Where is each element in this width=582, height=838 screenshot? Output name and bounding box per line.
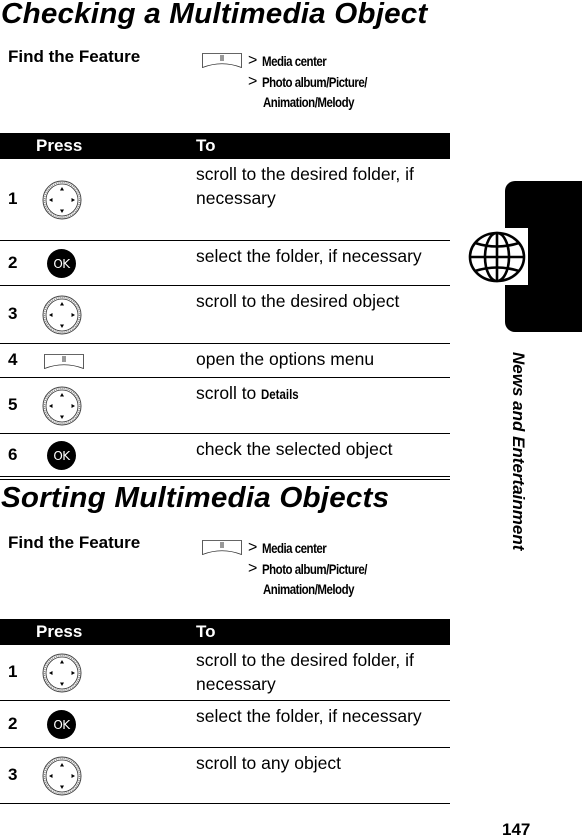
header-press: Press xyxy=(36,133,196,159)
step-action: scroll to any object xyxy=(196,747,450,804)
step-number: 1 xyxy=(0,645,36,701)
navigation-key-icon xyxy=(42,180,82,220)
path-step: > Media center xyxy=(202,537,390,558)
step-number: 1 xyxy=(0,159,36,241)
table-row: 3 scroll to any object xyxy=(0,747,450,804)
step-number: 2 xyxy=(0,240,36,286)
path-item: Media center xyxy=(262,539,327,556)
menu-key-icon xyxy=(202,53,242,68)
table-row: 2 OK select the folder, if necessary xyxy=(0,700,450,748)
table-row: 2 OK select the folder, if necessary xyxy=(0,240,450,286)
ok-key-icon: OK xyxy=(47,249,76,278)
step-action: scroll to Details xyxy=(196,377,450,434)
step-number: 3 xyxy=(0,285,36,344)
step-number: 4 xyxy=(0,343,36,378)
header-to: To xyxy=(196,619,450,645)
path-separator: > xyxy=(248,559,258,577)
table-row: 1 scroll to the desired folder, if neces… xyxy=(0,645,450,701)
navigation-key-icon xyxy=(42,653,82,693)
header-step xyxy=(0,619,36,645)
table-row: 6 OK check the selected object xyxy=(0,433,450,480)
find-feature-path: > Media center > Photo album/Picture/Animat… xyxy=(202,50,390,112)
ok-key-icon: OK xyxy=(47,710,76,739)
header-step xyxy=(0,133,36,159)
steps-table-checking: Press To 1 scroll to the desired folder,… xyxy=(0,133,450,480)
table-header-row: Press To xyxy=(0,619,450,645)
path-item: Photo album/Picture/ xyxy=(262,560,368,577)
step-action: select the folder, if necessary xyxy=(196,240,450,286)
path-item: Photo album/Picture/ xyxy=(262,73,368,90)
path-step: Animation/Melody xyxy=(202,579,390,599)
step-action: check the selected object xyxy=(196,433,450,480)
path-separator: > xyxy=(248,72,258,90)
press-key xyxy=(36,285,196,344)
step-action: scroll to the desired folder, if necessa… xyxy=(196,645,450,701)
chapter-icon-box xyxy=(466,228,528,285)
step-action: select the folder, if necessary xyxy=(196,700,450,748)
table-row: 5 scroll to Details xyxy=(0,377,450,434)
header-press: Press xyxy=(36,619,196,645)
table-header-row: Press To xyxy=(0,133,450,159)
header-to: To xyxy=(196,133,450,159)
steps-table-sorting: Press To 1 scroll to the desired folder,… xyxy=(0,619,450,804)
table-row: 4 open the options menu xyxy=(0,343,450,378)
path-step: > Photo album/Picture/ xyxy=(202,558,390,579)
press-key xyxy=(36,377,196,434)
step-action: open the options menu xyxy=(196,343,450,378)
path-item: Animation/Melody xyxy=(263,581,354,597)
press-key xyxy=(36,645,196,701)
find-feature-label: Find the Feature xyxy=(8,533,141,552)
press-key xyxy=(36,747,196,804)
path-separator: > xyxy=(248,51,258,69)
menu-key-icon xyxy=(202,540,242,555)
press-key xyxy=(36,159,196,241)
press-key: OK xyxy=(36,433,196,480)
navigation-key-icon xyxy=(42,386,82,426)
step-action: scroll to the desired object xyxy=(196,285,450,344)
ok-key-icon: OK xyxy=(47,441,76,471)
menu-option-name: Details xyxy=(261,385,299,402)
path-step: Animation/Melody xyxy=(202,92,390,112)
step-number: 2 xyxy=(0,700,36,748)
path-item: Animation/Melody xyxy=(263,94,354,110)
press-key xyxy=(36,343,196,378)
table-row: 3 scroll to the desired object xyxy=(0,285,450,344)
press-key: OK xyxy=(36,240,196,286)
path-step: > Media center xyxy=(202,50,390,71)
path-item: Media center xyxy=(262,52,327,69)
step-number: 5 xyxy=(0,377,36,434)
press-key: OK xyxy=(36,700,196,748)
find-feature-label: Find the Feature xyxy=(8,47,141,66)
step-number: 3 xyxy=(0,747,36,804)
step-action: scroll to the desired folder, if necessa… xyxy=(196,159,450,241)
action-text: scroll to xyxy=(196,382,262,403)
path-step: > Photo album/Picture/ xyxy=(202,71,390,92)
path-separator: > xyxy=(248,538,258,556)
navigation-key-icon xyxy=(42,295,82,335)
page-number: 147 xyxy=(502,820,531,838)
table-row: 1 scroll to the desired folder, if neces… xyxy=(0,159,450,241)
globe-icon xyxy=(468,231,526,283)
chapter-label: News and Entertainment xyxy=(509,352,528,551)
step-number: 6 xyxy=(0,433,36,480)
navigation-key-icon xyxy=(42,756,82,796)
section-title-checking: Checking a Multimedia Object xyxy=(1,0,428,30)
menu-key-icon xyxy=(44,353,84,369)
section-title-sorting: Sorting Multimedia Objects xyxy=(1,482,390,514)
find-feature-path: > Media center > Photo album/Picture/Animat… xyxy=(202,537,390,599)
